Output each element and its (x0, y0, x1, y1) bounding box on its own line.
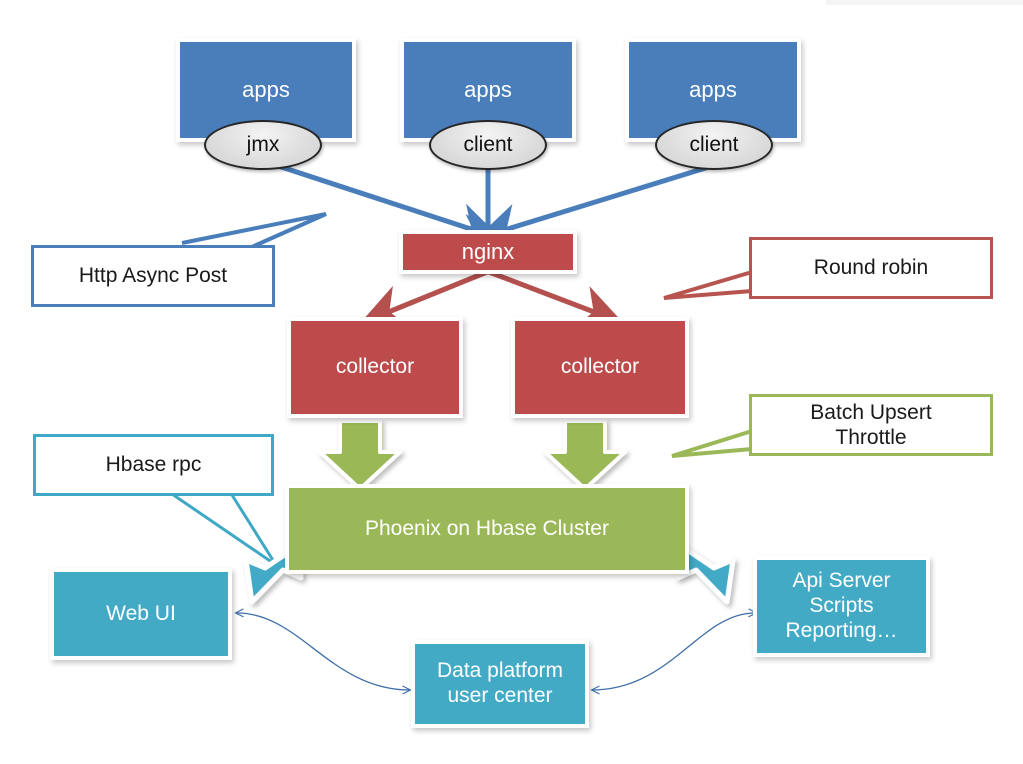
node-nginx-label: nginx (461, 239, 515, 265)
badge-client-1-label: client (463, 133, 513, 156)
edge-client-right-to-nginx (476, 163, 713, 248)
node-api-server[interactable]: Api Server Scripts Reporting… (753, 556, 930, 657)
node-collector-left-label: collector (335, 355, 415, 379)
node-web-ui-label: Web UI (106, 601, 176, 625)
edge-jmx-to-nginx (262, 158, 502, 247)
callout-leader-round-robin (663, 270, 753, 300)
top-edge-band (826, 0, 1023, 5)
edge-nginx-to-collector-right (488, 269, 624, 329)
block-arrow-collector-right-to-phoenix (543, 419, 627, 491)
node-phoenix-cluster-label: Phoenix on Hbase Cluster (365, 516, 609, 540)
badge-client-2-label: client (689, 133, 739, 156)
callout-http-async-post[interactable]: Http Async Post (31, 245, 275, 307)
edge-data-platform-to-api-server (592, 613, 756, 690)
node-data-platform-label: Data platform user center (436, 659, 564, 707)
node-nginx[interactable]: nginx (399, 230, 577, 274)
callout-http-async-post-label: Http Async Post (78, 264, 228, 288)
callout-hbase-rpc[interactable]: Hbase rpc (33, 434, 274, 496)
edge-web-ui-to-data-platform (236, 613, 410, 690)
node-apps-1-label: apps (242, 77, 290, 103)
callout-round-robin[interactable]: Round robin (749, 237, 993, 299)
node-apps-2-label: apps (464, 77, 512, 103)
badge-client-2[interactable]: client (655, 120, 773, 170)
callout-leader-batch-upsert (671, 429, 753, 458)
node-collector-right-label: collector (560, 355, 640, 379)
node-data-platform[interactable]: Data platform user center (411, 640, 589, 728)
node-api-server-label: Api Server Scripts Reporting… (785, 569, 898, 642)
callout-batch-upsert-throttle-label: Batch Upsert Throttle (810, 400, 932, 449)
node-web-ui[interactable]: Web UI (50, 568, 232, 660)
badge-jmx-label: jmx (246, 133, 280, 156)
callout-hbase-rpc-label: Hbase rpc (105, 453, 202, 477)
callout-round-robin-label: Round robin (813, 256, 929, 280)
node-collector-left[interactable]: collector (287, 317, 463, 418)
callout-batch-upsert-throttle[interactable]: Batch Upsert Throttle (749, 394, 993, 456)
node-phoenix-cluster[interactable]: Phoenix on Hbase Cluster (285, 484, 689, 574)
node-apps-3-label: apps (689, 77, 737, 103)
edge-nginx-to-collector-left (359, 269, 488, 328)
node-collector-right[interactable]: collector (511, 317, 689, 418)
callout-leader-hbase-rpc (171, 492, 278, 567)
badge-jmx[interactable]: jmx (204, 120, 322, 170)
block-arrow-collector-left-to-phoenix (318, 419, 402, 491)
diagram-canvas: apps jmx apps client apps client nginx c… (0, 0, 1023, 764)
badge-client-1[interactable]: client (429, 120, 547, 170)
